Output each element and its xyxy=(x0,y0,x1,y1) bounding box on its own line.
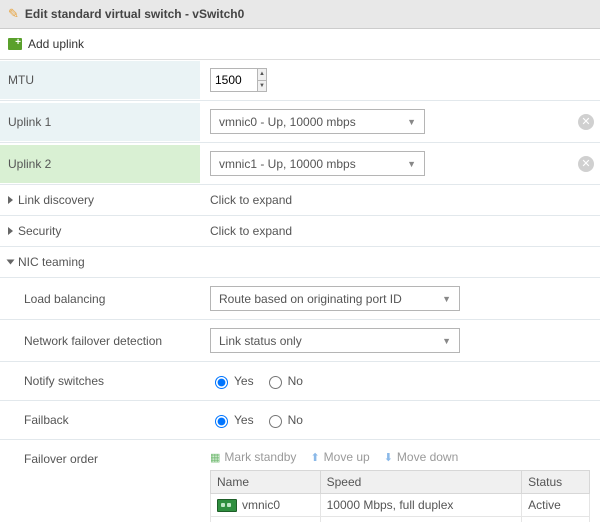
load-balancing-value: Route based on originating port ID xyxy=(219,292,402,306)
chevron-down-icon: ▼ xyxy=(407,159,416,169)
mtu-row: MTU ▲ ▼ xyxy=(0,60,600,101)
add-uplink-label: Add uplink xyxy=(28,37,84,51)
chevron-down-icon: ▼ xyxy=(442,294,451,304)
failover-order-toolbar: ▦Mark standby ⬆Move up ⬇Move down xyxy=(210,446,590,470)
nic-icon xyxy=(217,499,237,512)
notify-switches-row: Notify switches Yes No xyxy=(0,362,600,401)
security-value: Click to expand xyxy=(200,216,600,246)
dialog-title: Edit standard virtual switch - vSwitch0 xyxy=(25,7,244,21)
add-icon xyxy=(8,38,22,50)
chevron-down-icon: ▼ xyxy=(442,336,451,346)
move-up-button[interactable]: ⬆Move up xyxy=(310,450,369,464)
failback-yes-radio[interactable]: Yes xyxy=(210,412,254,428)
failback-row: Failback Yes No xyxy=(0,401,600,440)
col-speed[interactable]: Speed xyxy=(320,471,522,494)
notify-yes-radio[interactable]: Yes xyxy=(210,373,254,389)
title-bar: ✎ Edit standard virtual switch - vSwitch… xyxy=(0,0,600,29)
uplink2-select[interactable]: vmnic1 - Up, 10000 mbps ▼ xyxy=(210,151,425,176)
caret-down-icon xyxy=(7,260,15,265)
notify-switches-label: Notify switches xyxy=(0,362,200,400)
mtu-step-up[interactable]: ▲ xyxy=(258,69,266,81)
link-discovery-label: Link discovery xyxy=(18,193,94,207)
caret-right-icon xyxy=(8,227,13,235)
uplink1-select[interactable]: vmnic0 - Up, 10000 mbps ▼ xyxy=(210,109,425,134)
uplink1-label: Uplink 1 xyxy=(0,103,200,141)
uplink1-value: vmnic0 - Up, 10000 mbps xyxy=(219,115,356,129)
link-discovery-row[interactable]: Link discovery Click to expand xyxy=(0,185,600,216)
failback-no-radio[interactable]: No xyxy=(264,412,303,428)
link-discovery-value: Click to expand xyxy=(200,185,600,215)
load-balancing-row: Load balancing Route based on originatin… xyxy=(0,278,600,320)
edit-icon: ✎ xyxy=(8,6,19,22)
failover-order-row: Failover order ▦Mark standby ⬆Move up ⬇M… xyxy=(0,440,600,522)
nic-teaming-row[interactable]: NIC teaming xyxy=(0,247,600,278)
table-row[interactable]: vmnic0 10000 Mbps, full duplex Active xyxy=(211,494,590,517)
failover-detection-label: Network failover detection xyxy=(0,322,200,360)
table-row[interactable]: vmnic1 10000 Mbps, full duplex Active xyxy=(211,517,590,522)
chevron-down-icon: ▼ xyxy=(407,117,416,127)
mtu-input[interactable] xyxy=(211,69,257,91)
standby-icon: ▦ xyxy=(210,451,220,464)
add-uplink-button[interactable]: Add uplink xyxy=(0,29,600,60)
uplink2-remove-button[interactable]: ✕ xyxy=(578,156,594,172)
mtu-label: MTU xyxy=(0,61,200,99)
col-name[interactable]: Name xyxy=(211,471,321,494)
failover-order-label: Failover order xyxy=(0,440,200,478)
uplink1-row: Uplink 1 vmnic0 - Up, 10000 mbps ▼ ✕ xyxy=(0,101,600,143)
uplink1-remove-button[interactable]: ✕ xyxy=(578,114,594,130)
caret-right-icon xyxy=(8,196,13,204)
failover-detection-row: Network failover detection Link status o… xyxy=(0,320,600,362)
failover-order-table: Name Speed Status vmnic0 10000 Mbps, ful… xyxy=(210,470,590,522)
failback-label: Failback xyxy=(0,401,200,439)
failover-detection-select[interactable]: Link status only ▼ xyxy=(210,328,460,353)
arrow-down-icon: ⬇ xyxy=(384,451,393,464)
notify-no-radio[interactable]: No xyxy=(264,373,303,389)
uplink2-value: vmnic1 - Up, 10000 mbps xyxy=(219,157,356,171)
load-balancing-select[interactable]: Route based on originating port ID ▼ xyxy=(210,286,460,311)
security-label: Security xyxy=(18,224,61,238)
col-status[interactable]: Status xyxy=(522,471,590,494)
arrow-up-icon: ⬆ xyxy=(310,451,319,464)
failover-detection-value: Link status only xyxy=(219,334,302,348)
move-down-button[interactable]: ⬇Move down xyxy=(384,450,459,464)
load-balancing-label: Load balancing xyxy=(0,280,200,318)
mark-standby-button[interactable]: ▦Mark standby xyxy=(210,450,296,464)
mtu-step-down[interactable]: ▼ xyxy=(258,81,266,92)
mtu-stepper[interactable]: ▲ ▼ xyxy=(210,68,267,92)
uplink2-label: Uplink 2 xyxy=(0,145,200,183)
uplink2-row: Uplink 2 vmnic1 - Up, 10000 mbps ▼ ✕ xyxy=(0,143,600,185)
nic-teaming-label: NIC teaming xyxy=(18,255,85,269)
security-row[interactable]: Security Click to expand xyxy=(0,216,600,247)
